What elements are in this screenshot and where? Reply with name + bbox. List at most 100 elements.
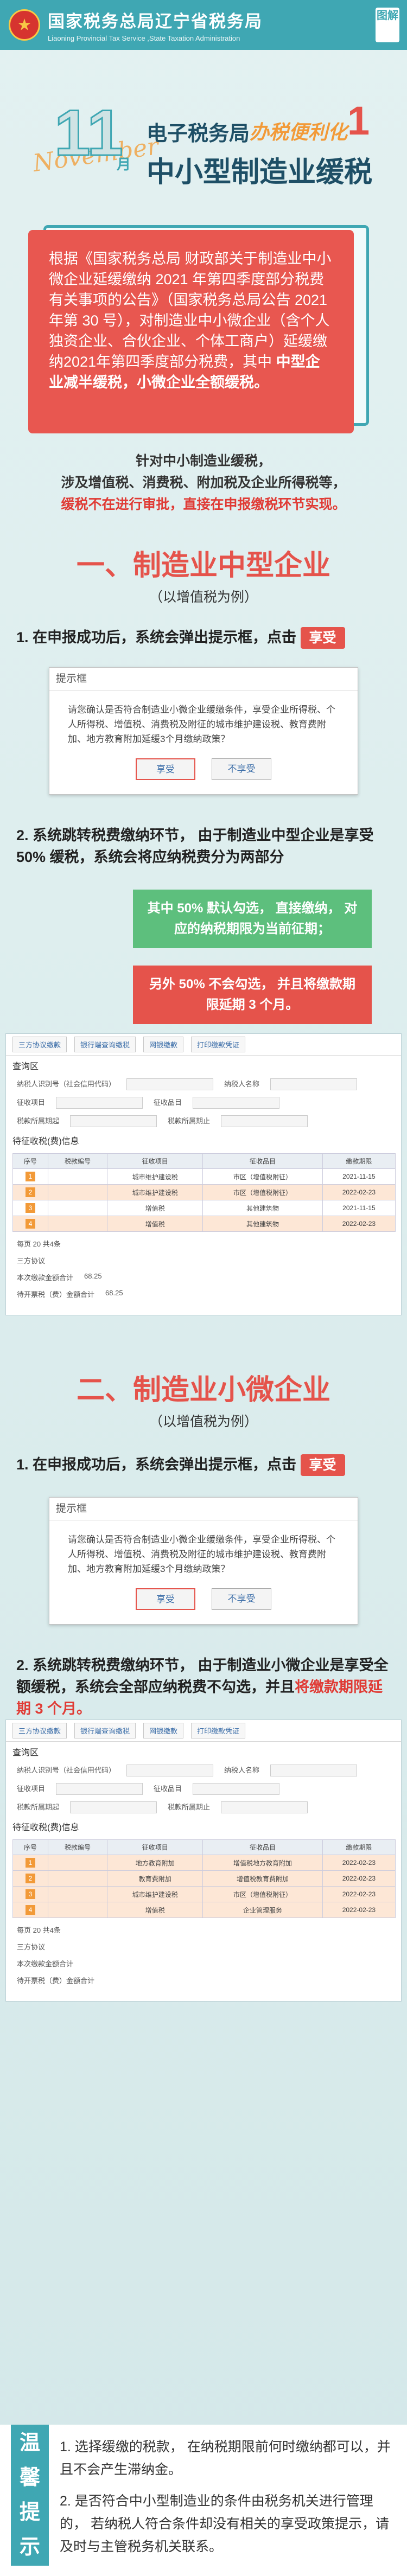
row-code (47, 1168, 108, 1185)
confirm-dialog: 提示框 请您确认是否符合制造业小微企业缓缴条件，享受企业所得税、个人所得税、增值… (49, 667, 358, 795)
field-input-3[interactable] (56, 1097, 143, 1109)
table-row[interactable]: 3 增值税 其他建筑物 2021-11-15 (12, 1200, 396, 1216)
toolbar-btn-1[interactable]: 三方协议缴款 (12, 1723, 67, 1738)
callout-default: 其中 50% 默认勾选， 直接缴纳， 对应的纳税期限为当前征期； (133, 890, 372, 948)
row-num: 3 (25, 1889, 35, 1899)
row-num: 4 (25, 1219, 35, 1229)
top-banner: 国家税务总局辽宁省税务局 Liaoning Provincial Tax Ser… (0, 0, 407, 50)
section2-step1: 1. 在申报成功后，系统会弹出提示框，点击 享受 (16, 1454, 391, 1476)
dialog-enjoy-button[interactable]: 享受 (136, 758, 195, 780)
tips-text: 1. 选择缓缴的税款， 在纳税期限前何时缴纳都可以，并且不会产生滞纳金。 2. … (60, 2436, 396, 2558)
row-code (47, 1870, 108, 1887)
toolbar-btn-4[interactable]: 打印缴款凭证 (191, 1037, 246, 1052)
payment-screenshot-2: 三方协议缴款 银行端查询缴税 网银缴款 打印缴款凭证 查询区 纳税人识别号（社会… (5, 1720, 402, 2002)
field-label-4: 征收品目 (154, 1098, 182, 1107)
enjoy-button[interactable]: 享受 (300, 627, 345, 649)
table-row[interactable]: 2 城市维护建设税 市区（增值税附征） 2022-02-23 (12, 1184, 396, 1200)
field-input-3[interactable] (56, 1783, 143, 1795)
dialog-enjoy-button[interactable]: 享受 (136, 1588, 195, 1610)
toolbar-btn-2[interactable]: 银行端查询缴税 (74, 1037, 136, 1052)
row-date: 2022-02-23 (322, 1902, 396, 1918)
field-input-1[interactable] (126, 1078, 214, 1090)
field-input-6[interactable] (221, 1801, 308, 1813)
col-header: 缴款期限 (322, 1153, 396, 1169)
toolbar-btn-1[interactable]: 三方协议缴款 (12, 1037, 67, 1052)
field-label-6: 税款所属期止 (168, 1803, 211, 1811)
col-header: 征收项目 (107, 1153, 204, 1169)
table-row[interactable]: 4 增值税 企业管理服务 2022-02-23 (12, 1902, 396, 1918)
col-header: 税款编号 (47, 1153, 108, 1169)
sum-label-2: 本次缴款金额合计 (17, 1960, 74, 1968)
row-project: 增值税 (107, 1200, 204, 1216)
field-input-2[interactable] (270, 1765, 358, 1776)
field-label-6: 税款所属期止 (168, 1117, 211, 1125)
section1-step2: 2. 系统跳转税费缴纳环节， 由于制造业中型企业是享受 50% 缓税，系统会将应… (16, 827, 374, 865)
table-row[interactable]: 2 教育费附加 增值税教育费附加 2022-02-23 (12, 1870, 396, 1887)
query-label: 查询区 (12, 1062, 39, 1071)
col-header: 缴款期限 (322, 1839, 396, 1855)
section1-title: 一、制造业中型企业 (76, 550, 330, 581)
field-input-4[interactable] (193, 1783, 280, 1795)
col-header: 征收项目 (107, 1839, 204, 1855)
row-project: 城市维护建设税 (107, 1184, 204, 1200)
field-input-4[interactable] (193, 1097, 280, 1109)
hero-number: 11 (54, 97, 124, 169)
field-input-1[interactable] (126, 1765, 214, 1776)
toolbar-btn-3[interactable]: 网银缴款 (143, 1723, 184, 1738)
toolbar-btn-3[interactable]: 网银缴款 (143, 1037, 184, 1052)
screenshot-toolbar: 三方协议缴款 银行端查询缴税 网银缴款 打印缴款凭证 (6, 1720, 401, 1742)
row-project: 增值税 (107, 1902, 204, 1918)
col-header: 序号 (12, 1839, 48, 1855)
notice-line2: 涉及增值税、消费税、附加税及企业所得税等， (61, 475, 346, 490)
table-row[interactable]: 4 增值税 其他建筑物 2022-02-23 (12, 1216, 396, 1232)
tip-1: 1. 选择缓缴的税款， 在纳税期限前何时缴纳都可以，并且不会产生滞纳金。 (60, 2439, 391, 2477)
table-row[interactable]: 1 城市维护建设税 市区（增值税附征） 2021-11-15 (12, 1168, 396, 1185)
pager[interactable]: 每页 20 共4条 (6, 1921, 401, 1938)
toolbar-btn-2[interactable]: 银行端查询缴税 (74, 1723, 136, 1738)
row-item: 其他建筑物 (202, 1200, 323, 1216)
dialog-decline-button[interactable]: 不享受 (212, 1588, 271, 1610)
section2-subtitle: （以增值税为例） (149, 1414, 258, 1429)
enjoy-button-2[interactable]: 享受 (300, 1454, 345, 1476)
notice: 针对中小制造业缓税， 涉及增值税、消费税、附加税及企业所得税等， 缓税不在进行审… (22, 450, 385, 515)
section2-title-block: 二、制造业小微企业 （以增值税为例） (0, 1367, 407, 1430)
table-row[interactable]: 3 城市维护建设税 市区（增值税附征） 2022-02-23 (12, 1886, 396, 1902)
query-label: 查询区 (12, 1748, 39, 1757)
tips-badge: 温馨提示 (11, 2425, 49, 2566)
dialog-decline-button[interactable]: 不享受 (212, 758, 271, 780)
field-input-5[interactable] (70, 1801, 157, 1813)
row-item: 市区（增值税附征） (202, 1184, 323, 1200)
field-input-5[interactable] (70, 1115, 157, 1127)
pager[interactable]: 每页 20 共4条 (6, 1235, 401, 1252)
diagram-tag: 图解 (376, 8, 399, 42)
hero-subtitle: 中小型制造业缓税 (147, 157, 373, 188)
row-code (47, 1184, 108, 1200)
row-item: 其他建筑物 (202, 1216, 323, 1232)
row-date: 2022-02-23 (322, 1870, 396, 1887)
sum-value-2: 68.25 (84, 1272, 102, 1280)
field-input-6[interactable] (221, 1115, 308, 1127)
field-label-4: 征收品目 (154, 1785, 182, 1793)
row-num: 3 (25, 1203, 35, 1213)
notice-line1: 针对中小制造业缓税， (135, 453, 271, 469)
confirm-dialog-2: 提示框 请您确认是否符合制造业小微企业缓缴条件，享受企业所得税、个人所得税、增值… (49, 1497, 358, 1625)
row-code (47, 1216, 108, 1232)
row-num: 1 (25, 1858, 35, 1868)
toolbar-btn-4[interactable]: 打印缴款凭证 (191, 1723, 246, 1738)
hero-dept: 电子税务局 (147, 123, 250, 145)
col-header: 税款编号 (47, 1839, 108, 1855)
section2-title: 二、制造业小微企业 (76, 1375, 330, 1406)
col-header: 序号 (12, 1153, 48, 1169)
row-date: 2022-02-23 (322, 1886, 396, 1902)
notice-line3: 缓税不在进行审批，直接在申报缴税环节实现。 (61, 497, 346, 512)
sum-label-3: 待开票税（费）金额合计 (17, 1977, 95, 1985)
field-input-2[interactable] (270, 1078, 358, 1090)
table-row[interactable]: 1 地方教育附加 增值税地方教育附加 2022-02-23 (12, 1855, 396, 1871)
sum-value-3: 68.25 (105, 1289, 123, 1297)
hero-month: 月 (117, 156, 131, 172)
field-label-5: 税款所属期起 (17, 1117, 60, 1125)
field-label-3: 征收项目 (17, 1785, 46, 1793)
row-item: 增值税地方教育附加 (202, 1855, 323, 1871)
row-project: 城市维护建设税 (107, 1886, 204, 1902)
row-num: 2 (25, 1187, 35, 1197)
